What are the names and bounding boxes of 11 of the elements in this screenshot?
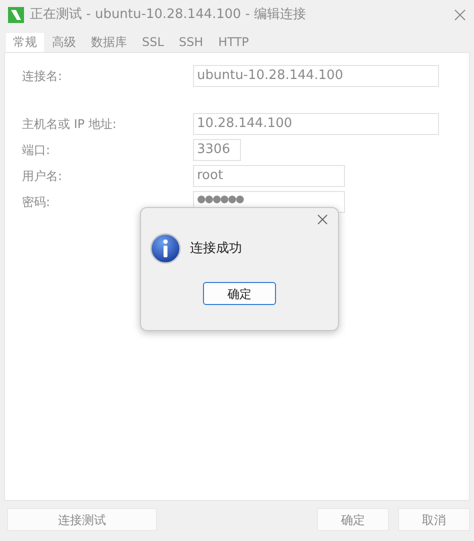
close-icon[interactable] xyxy=(317,214,328,225)
field-label: 主机名或 IP 地址: xyxy=(22,116,118,133)
field-label: 密码: xyxy=(22,194,52,211)
app-logo-icon xyxy=(8,7,24,23)
window-title: 正在测试 - ubuntu-10.28.144.100 - 编辑连接 xyxy=(30,6,308,24)
ok-button[interactable]: 确定 xyxy=(203,282,276,305)
field-label: 用户名: xyxy=(22,168,64,185)
message-text: 连接成功 xyxy=(190,240,242,258)
info-icon xyxy=(150,233,181,264)
field-label: 连接名: xyxy=(22,68,64,85)
field-label: 端口: xyxy=(22,142,52,159)
